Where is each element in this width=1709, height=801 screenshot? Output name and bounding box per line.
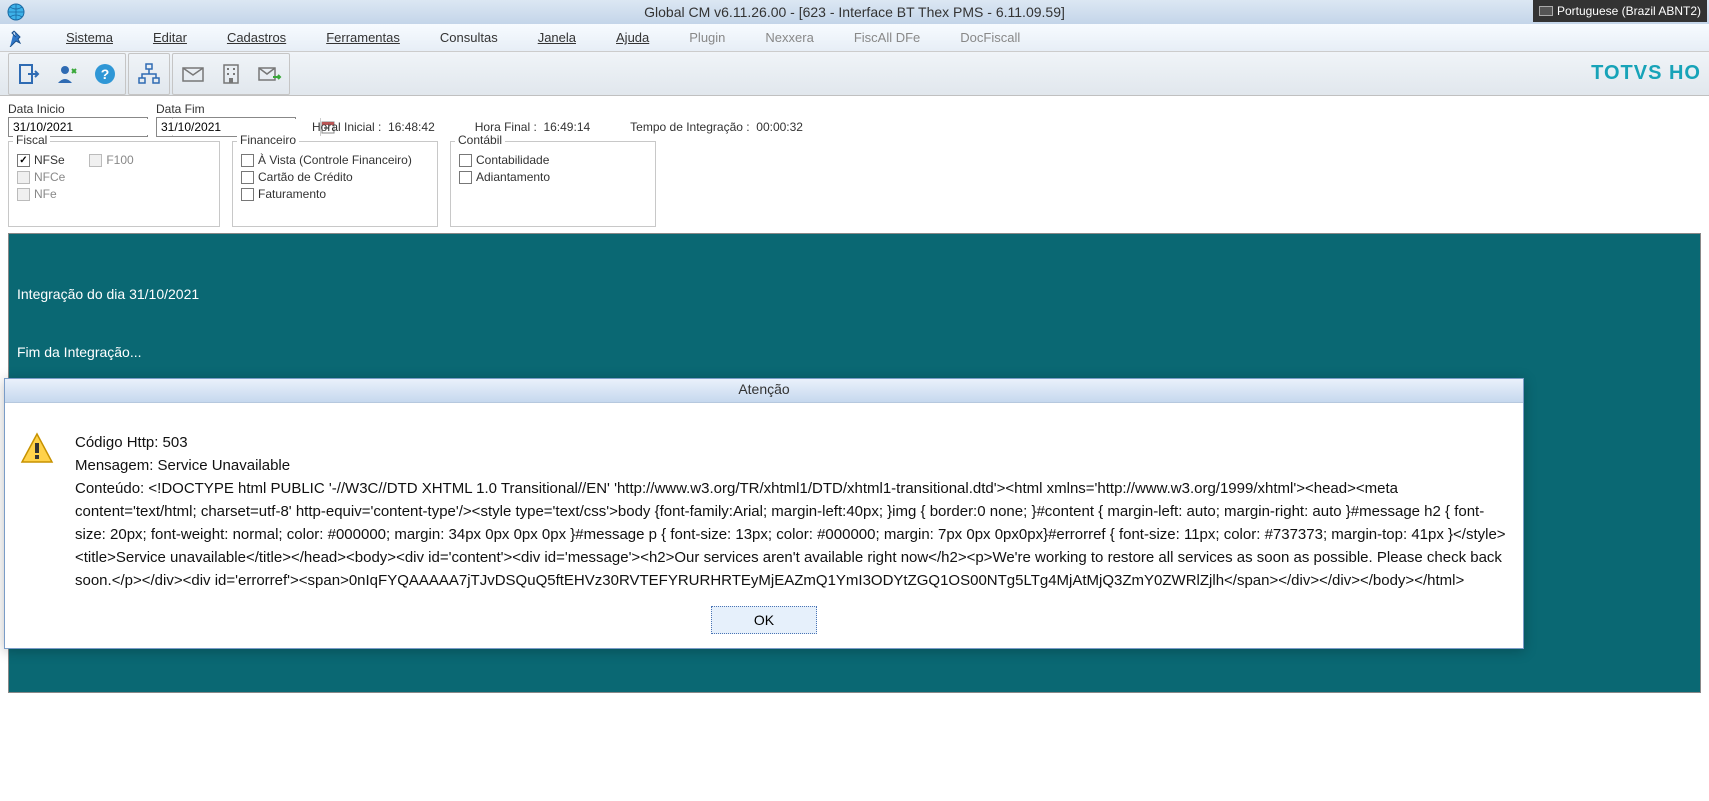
warning-icon: [19, 431, 55, 467]
toolbar-building-button[interactable]: [213, 56, 249, 92]
log-line: Fim da Integração...: [17, 344, 1692, 360]
menu-cadastros[interactable]: Cadastros: [227, 30, 286, 45]
menu-fiscall-dfe[interactable]: FiscAll DFe: [854, 30, 920, 45]
menu-ferramentas[interactable]: Ferramentas: [326, 30, 400, 45]
data-fim-label: Data Fim: [156, 102, 296, 116]
menu-sistema[interactable]: Sistema: [66, 30, 113, 45]
language-indicator[interactable]: Portuguese (Brazil ABNT2): [1533, 0, 1707, 22]
ok-button[interactable]: OK: [711, 606, 817, 634]
window-title: Global CM v6.11.26.00 - [623 - Interface…: [644, 4, 1065, 20]
alert-modal: Atenção Código Http: 503 Mensagem: Servi…: [4, 378, 1524, 649]
form-area: Data Inicio Data Fim Horal Inicial : 16:…: [0, 96, 1709, 229]
menu-docfiscall[interactable]: DocFiscall: [960, 30, 1020, 45]
menu-consultas[interactable]: Consultas: [440, 30, 498, 45]
tempo-integracao: Tempo de Integração : 00:00:32: [630, 120, 803, 134]
avista-checkbox[interactable]: [241, 154, 254, 167]
toolbar-org-button[interactable]: [131, 56, 167, 92]
keyboard-icon: [1539, 6, 1553, 16]
hora-inicial: Horal Inicial : 16:48:42: [312, 120, 435, 134]
fiscal-group: Fiscal ✓NFSe NFCe NFe F100: [8, 141, 220, 227]
financeiro-group: Financeiro À Vista (Controle Financeiro)…: [232, 141, 438, 227]
menu-editar[interactable]: Editar: [153, 30, 187, 45]
contabilidade-checkbox[interactable]: [459, 154, 472, 167]
faturamento-checkbox[interactable]: [241, 188, 254, 201]
modal-title: Atenção: [5, 379, 1523, 403]
menu-nexxera[interactable]: Nexxera: [765, 30, 813, 45]
toolbar-envelope-send-button[interactable]: [251, 56, 287, 92]
contabil-group: Contábil Contabilidade Adiantamento: [450, 141, 656, 227]
log-line: Integração do dia 31/10/2021: [17, 286, 1692, 302]
toolbar-exit-button[interactable]: [11, 56, 47, 92]
nfe-checkbox: [17, 188, 30, 201]
toolbar-help-button[interactable]: ?: [87, 56, 123, 92]
nfse-checkbox[interactable]: ✓: [17, 154, 30, 167]
adiantamento-checkbox[interactable]: [459, 171, 472, 184]
f100-checkbox: [89, 154, 102, 167]
svg-text:?: ?: [101, 66, 110, 82]
menu-janela[interactable]: Janela: [538, 30, 576, 45]
toolbar: ? TOTVS HO: [0, 52, 1709, 96]
menu-bar: Sistema Editar Cadastros Ferramentas Con…: [0, 24, 1709, 52]
menu-ajuda[interactable]: Ajuda: [616, 30, 649, 45]
brand-label: TOTVS HO: [1591, 62, 1701, 85]
globe-icon: [6, 2, 26, 22]
hora-final: Hora Final : 16:49:14: [475, 120, 590, 134]
toolbar-envelope-button[interactable]: [175, 56, 211, 92]
pin-icon[interactable]: [8, 29, 26, 47]
nfce-checkbox: [17, 171, 30, 184]
toolbar-user-button[interactable]: [49, 56, 85, 92]
title-bar: Global CM v6.11.26.00 - [623 - Interface…: [0, 0, 1709, 24]
modal-message: Código Http: 503 Mensagem: Service Unava…: [75, 431, 1509, 592]
menu-plugin[interactable]: Plugin: [689, 30, 725, 45]
cartao-checkbox[interactable]: [241, 171, 254, 184]
data-inicio-label: Data Inicio: [8, 102, 148, 116]
